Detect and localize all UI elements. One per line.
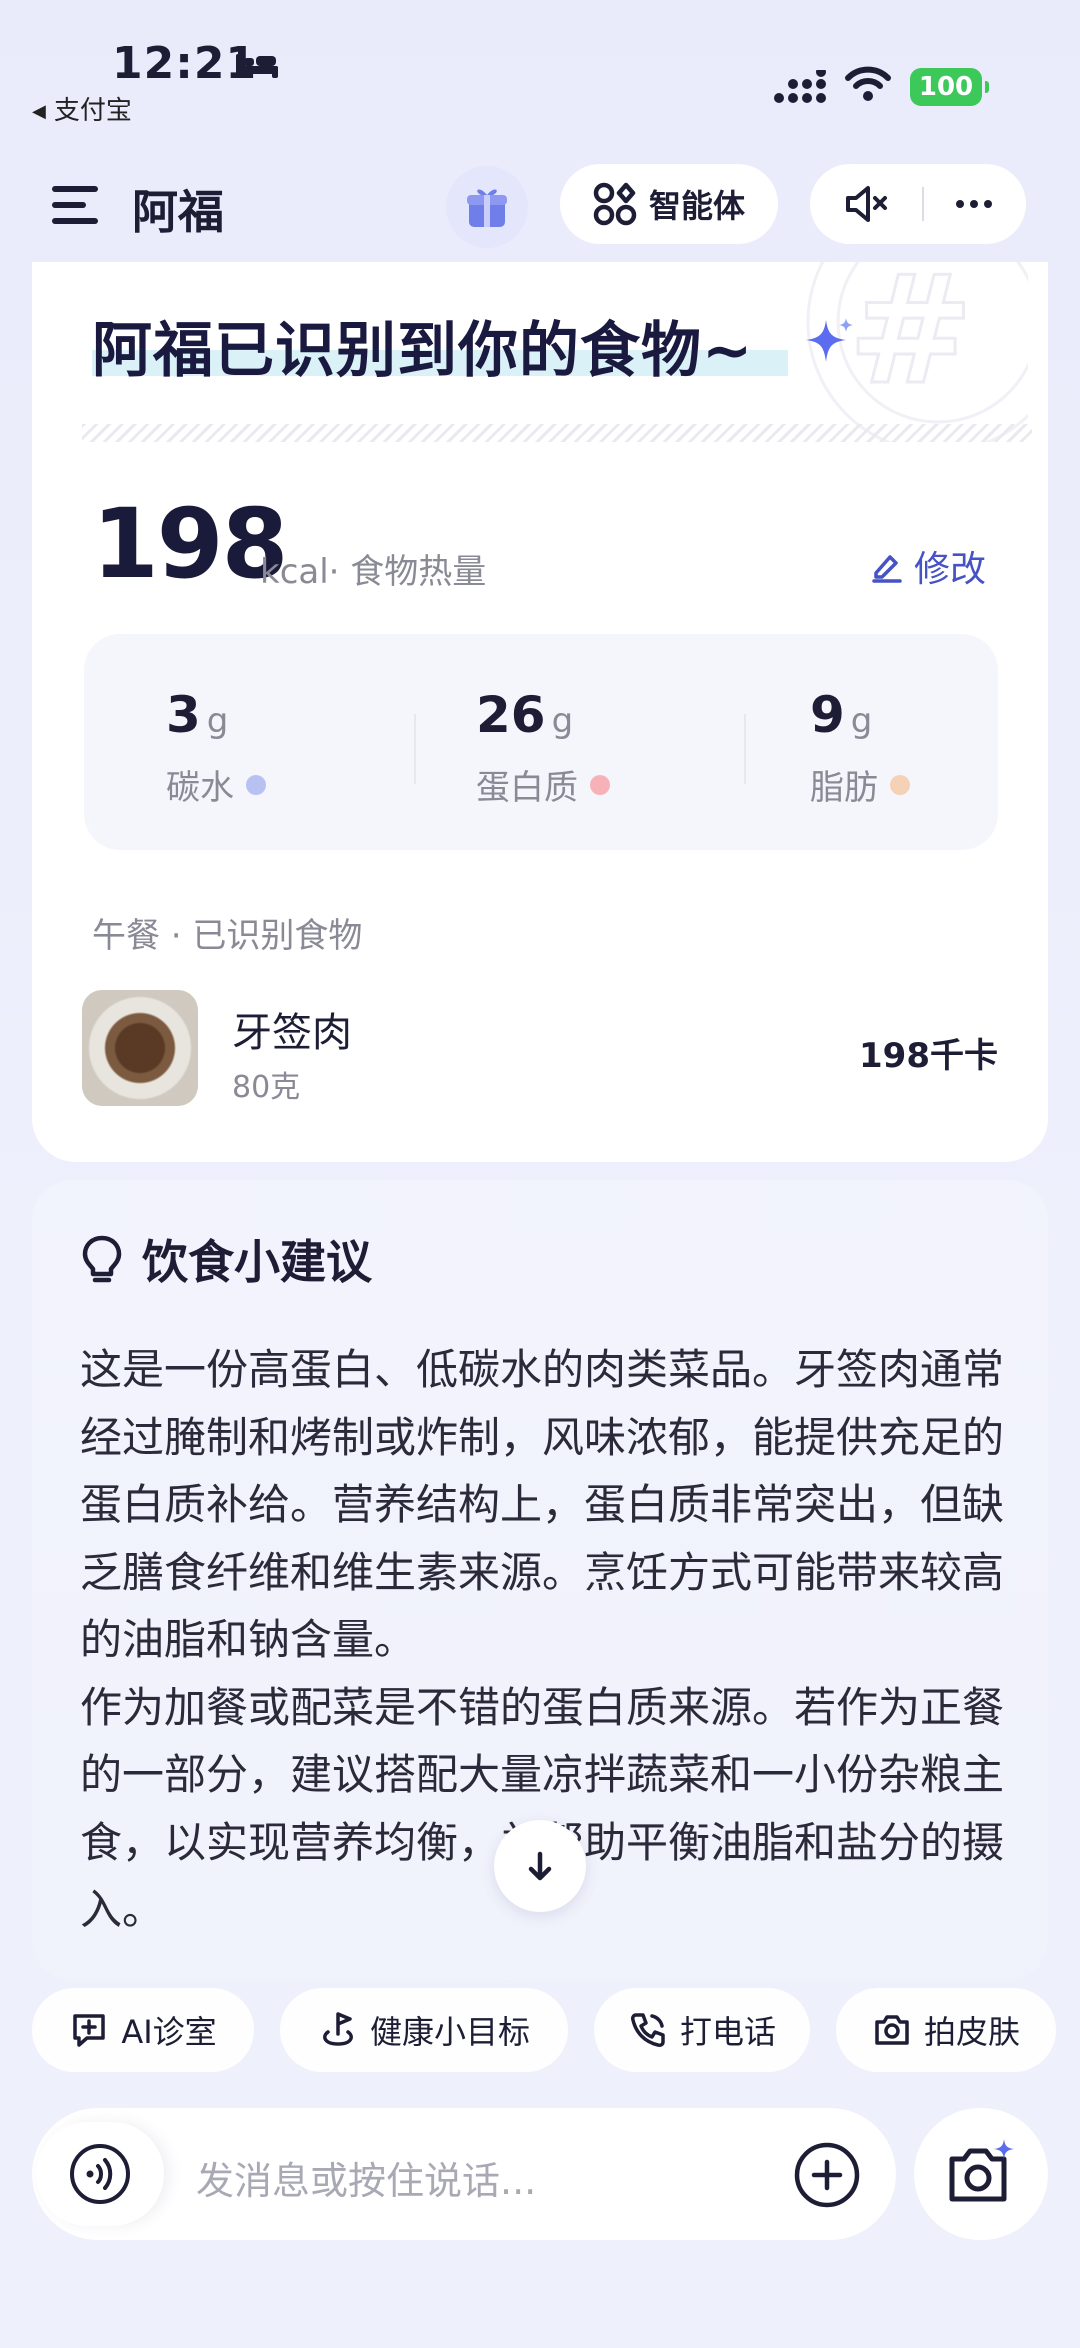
- macro-protein: 26 g 蛋白质: [476, 686, 610, 809]
- more-icon[interactable]: [956, 200, 992, 208]
- agent-grid-icon: [593, 182, 637, 226]
- chip-label: 打电话: [679, 2013, 776, 2051]
- sleep-focus-icon: [236, 54, 278, 78]
- food-weight: 80克: [232, 1070, 301, 1105]
- macro-unit: g: [850, 701, 873, 741]
- agent-label: 智能体: [648, 187, 745, 225]
- quick-action-ai-clinic[interactable]: AI诊室: [32, 1988, 254, 2072]
- meal-label: 午餐 · 已识别食物: [92, 916, 363, 956]
- voice-wave-icon: [70, 2144, 130, 2204]
- menu-icon[interactable]: [52, 186, 98, 226]
- svg-text:#: #: [848, 262, 974, 418]
- camera-button[interactable]: [914, 2108, 1048, 2240]
- macro-name: 碳水: [166, 768, 234, 808]
- agent-button[interactable]: 智能体: [560, 164, 778, 244]
- camera-icon: [875, 2015, 909, 2045]
- food-name: 牙签肉: [232, 1010, 352, 1056]
- target-flag-icon: [323, 2012, 353, 2046]
- ai-camera-icon: [949, 2139, 1014, 2202]
- arrow-down-icon: [528, 1851, 552, 1881]
- phone-icon: [630, 2013, 665, 2047]
- pencil-icon: [872, 555, 902, 583]
- chip-label: 拍皮肤: [923, 2013, 1020, 2051]
- macro-name: 蛋白质: [476, 768, 578, 808]
- macro-color-dot: [890, 774, 910, 795]
- message-input[interactable]: 发消息或按住说话...: [196, 2150, 536, 2205]
- header-actions: [810, 164, 1026, 244]
- macro-color-dot: [590, 774, 610, 795]
- edit-button[interactable]: 修改: [870, 540, 986, 592]
- macro-unit: g: [551, 701, 574, 741]
- chip-label: 健康小目标: [369, 2013, 530, 2051]
- cellular-signal-icon: [774, 70, 826, 103]
- battery-indicator: 100: [910, 68, 989, 106]
- macro-carbs: 3g 碳水: [166, 686, 266, 809]
- divider-hatch: [82, 424, 1032, 442]
- advice-title: 饮食小建议: [142, 1235, 372, 1289]
- macro-unit: g: [206, 701, 229, 741]
- macro-value: 3: [166, 686, 201, 744]
- add-attachment-icon[interactable]: [792, 2140, 862, 2210]
- advice-paragraph: 这是一份高蛋白、低碳水的肉类菜品。牙签肉通常经过腌制和烤制或炸制，风味浓郁，能提…: [80, 1345, 1005, 1664]
- edit-label: 修改: [914, 549, 987, 590]
- advice-header: 饮食小建议: [80, 1226, 372, 1292]
- quick-action-health-goal[interactable]: 健康小目标: [280, 1988, 568, 2072]
- headline: 阿福已识别到你的食物~: [92, 316, 754, 386]
- macro-color-dot: [246, 774, 266, 795]
- macro-name: 脂肪: [810, 768, 878, 808]
- macro-value: 9: [810, 686, 845, 744]
- chip-label: AI诊室: [121, 2013, 217, 2051]
- scroll-down-button[interactable]: [494, 1820, 586, 1912]
- kcal-value: 198: [92, 488, 288, 600]
- lightbulb-icon: [82, 1235, 122, 1283]
- wifi-icon: [845, 66, 891, 101]
- back-app-label: 支付宝: [53, 96, 132, 126]
- back-to-app[interactable]: ◀ 支付宝: [32, 90, 132, 127]
- chat-plus-icon: [73, 2014, 106, 2047]
- macro-value: 26: [476, 686, 546, 744]
- quick-action-skin-photo[interactable]: 拍皮肤: [836, 1988, 1056, 2072]
- gift-button[interactable]: [446, 166, 528, 248]
- kcal-label: kcal· 食物热量: [260, 552, 487, 592]
- food-result-card: # 阿福已识别到你的食物~ 198 kcal· 食物热量 修改 3g 碳水 26…: [32, 262, 1048, 1162]
- voice-button[interactable]: [36, 2122, 164, 2226]
- macro-fat: 9g 脂肪: [810, 686, 910, 809]
- macro-summary: 3g 碳水 26 g 蛋白质 9g 脂肪: [84, 634, 998, 850]
- food-photo[interactable]: [82, 990, 198, 1106]
- back-triangle-icon: ◀: [32, 101, 46, 122]
- gift-icon: [467, 189, 507, 227]
- app-title: 阿福: [132, 185, 224, 239]
- sparkle-icon: [806, 318, 853, 362]
- food-kcal: 198千卡: [859, 1036, 998, 1076]
- quick-action-call[interactable]: 打电话: [594, 1988, 810, 2072]
- mute-speaker-icon[interactable]: [844, 184, 890, 224]
